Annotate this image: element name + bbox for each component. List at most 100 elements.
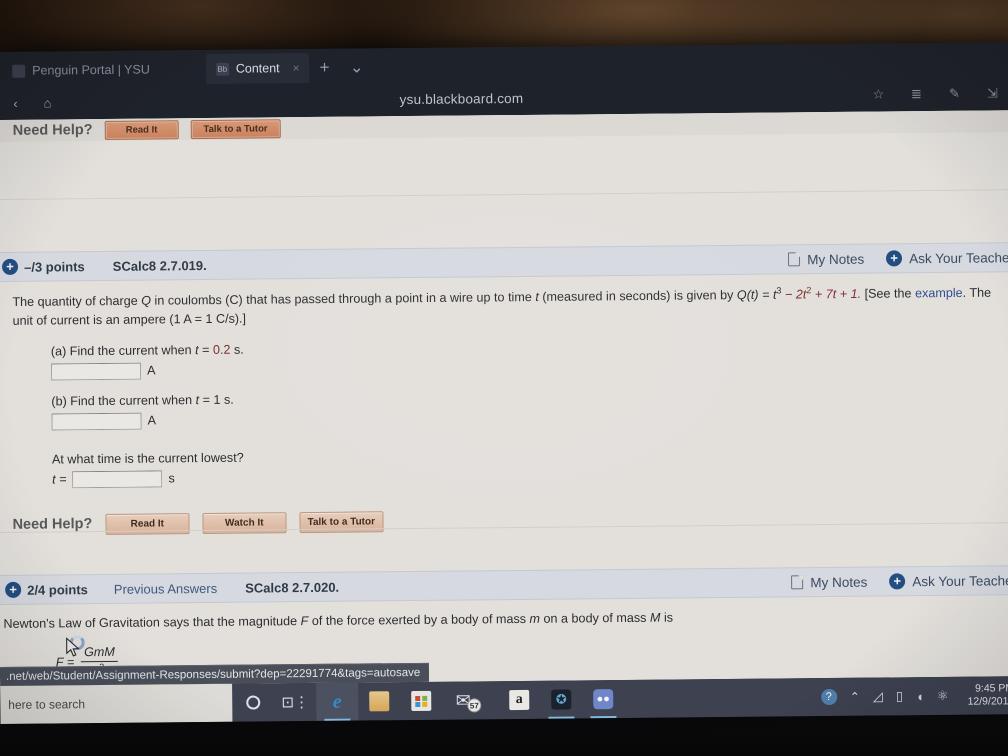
plus-circle-icon: + — [886, 250, 903, 267]
q2-var-F: F — [300, 614, 309, 629]
close-icon[interactable]: × — [293, 61, 300, 75]
part-a-tail: s. — [230, 342, 244, 357]
question-1-part-a-answer-row: A — [0, 354, 1008, 381]
system-tray: ? ⌃ ◿ ▯ ◖ ⚛ 9:45 PM 12/9/2019 — [820, 682, 1008, 710]
answer-input-part-a[interactable] — [50, 362, 142, 381]
formula-end: + 7t + 1. — [811, 286, 862, 302]
extra-prefix: t = — [52, 472, 67, 487]
plus-circle-icon: + — [889, 573, 906, 590]
part-b-tail: s. — [220, 392, 234, 407]
bluetooth-icon[interactable]: ⚛ — [937, 688, 949, 704]
example-link[interactable]: example — [915, 286, 963, 300]
home-icon[interactable]: ⌂ — [36, 95, 58, 110]
q2-stmt-d: is — [660, 610, 674, 625]
q2-var-M: M — [649, 610, 661, 625]
formula-mid: − 2t — [781, 287, 807, 302]
monitor-screen: Penguin Portal | YSU Bb Content × + ⌄ – … — [0, 42, 1008, 724]
question-1-points: –/3 points — [23, 258, 85, 275]
expand-plus-icon[interactable]: + — [5, 581, 22, 598]
discord-icon[interactable]: ●● — [582, 680, 624, 718]
stmt-b: in coulombs (C) that has passed through … — [150, 290, 536, 308]
show-hidden-icons-chevron[interactable]: ⌃ — [850, 690, 860, 704]
cortana-icon[interactable] — [232, 683, 274, 721]
blackboard-icon: Bb — [215, 62, 229, 76]
answer-input-lowest-time[interactable] — [72, 470, 163, 489]
chevron-down-icon[interactable]: ⌄ — [339, 52, 374, 82]
microsoft-store-icon[interactable] — [400, 682, 442, 720]
task-view-icon[interactable]: ⊡⋮ — [274, 683, 316, 721]
my-notes-link[interactable]: My Notes — [788, 251, 864, 267]
note-icon — [788, 252, 801, 267]
part-a-eq: = — [198, 342, 213, 358]
mouse-cursor — [66, 637, 80, 657]
q2-stmt-b: of the force exerted by a body of mass — [308, 611, 530, 629]
browser-chrome: Penguin Portal | YSU Bb Content × + ⌄ – … — [0, 42, 1008, 120]
edge-browser-icon[interactable]: e — [316, 682, 359, 721]
help-search-icon[interactable]: ? — [820, 688, 837, 706]
clock-date: 12/9/2019 — [967, 695, 1008, 708]
previous-answers-link[interactable]: Previous Answers — [114, 580, 217, 596]
q2-stmt-c: on a body of mass — [539, 610, 650, 626]
photo-background: Penguin Portal | YSU Bb Content × + ⌄ – … — [0, 0, 1008, 756]
need-help-label: Need Help? — [12, 122, 93, 139]
page-gap — [0, 132, 1008, 200]
note-icon — [791, 575, 804, 590]
battery-icon[interactable]: ▯ — [896, 688, 903, 704]
answer-input-part-b[interactable] — [51, 412, 142, 431]
ask-your-teacher-label: Ask Your Teacher — [912, 572, 1008, 589]
clock-time: 9:45 PM — [974, 682, 1008, 695]
my-notes-link[interactable]: My Notes — [791, 574, 867, 590]
search-placeholder: here to search — [8, 697, 86, 712]
question-2-actions: My Notes + Ask Your Teacher — [791, 572, 1008, 590]
my-notes-label: My Notes — [810, 574, 868, 590]
new-tab-button[interactable]: + — [309, 53, 339, 83]
steam-icon[interactable]: ✪ — [540, 680, 582, 718]
q2-var-m: m — [529, 611, 541, 626]
globe-icon — [12, 64, 26, 78]
question-1-body: The quantity of charge Q in coulombs (C)… — [0, 282, 1008, 536]
question-1-part-b-answer-row: A — [0, 404, 1008, 431]
bracket-open: [See the — [864, 286, 916, 301]
unit-part-a: A — [147, 363, 156, 379]
question-1-code: SCalc8 2.7.019. — [112, 257, 207, 274]
address-bar[interactable]: ysu.blackboard.com — [68, 87, 854, 110]
ask-your-teacher-label: Ask Your Teacher — [909, 249, 1008, 266]
tab-title: Penguin Portal | YSU — [32, 62, 150, 78]
mail-icon[interactable]: ✉ 57 — [442, 681, 484, 719]
back-icon[interactable]: ‹ — [4, 95, 26, 110]
unit-part-b: A — [147, 413, 157, 429]
url-text: ysu.blackboard.com — [399, 90, 524, 107]
ask-your-teacher-link[interactable]: + Ask Your Teacher — [886, 249, 1008, 267]
unit-extra: s — [168, 471, 175, 486]
web-note-pen-icon[interactable]: ✎ — [940, 86, 968, 102]
stmt-a: The quantity of charge — [12, 293, 142, 310]
question-1-actions: My Notes + Ask Your Teacher — [788, 249, 1008, 267]
question-2-points: 2/4 points — [27, 581, 88, 598]
webassign-page: Need Help? Read It Talk to a Tutor + –/3… — [0, 110, 1008, 686]
mail-unread-badge: 57 — [467, 698, 482, 713]
search-input[interactable]: here to search — [0, 683, 233, 724]
file-explorer-icon[interactable] — [358, 682, 400, 720]
amazon-icon[interactable]: a — [498, 681, 540, 719]
network-disconnected-icon[interactable]: ◿ — [873, 688, 883, 704]
browser-tab-penguin-portal[interactable]: Penguin Portal | YSU — [2, 54, 160, 86]
taskbar-clock[interactable]: 9:45 PM 12/9/2019 — [961, 682, 1008, 709]
wifi-icon[interactable]: ◖ — [916, 689, 924, 704]
browser-tab-content[interactable]: Bb Content × — [205, 52, 310, 84]
fraction-numerator: GmM — [81, 644, 118, 662]
q2-stmt-a: Newton's Law of Gravitation says that th… — [3, 614, 301, 631]
my-notes-label: My Notes — [807, 251, 865, 267]
read-it-button[interactable]: Read It — [104, 119, 179, 140]
status-url-text: .net/web/Student/Assignment-Responses/su… — [5, 666, 421, 683]
expand-plus-icon[interactable]: + — [1, 258, 19, 275]
part-b-eq: = — [198, 392, 214, 408]
talk-to-a-tutor-button[interactable]: Talk to a Tutor — [190, 118, 281, 139]
question-2-statement: Newton's Law of Gravitation says that th… — [0, 605, 1008, 634]
ask-your-teacher-link[interactable]: + Ask Your Teacher — [889, 572, 1008, 590]
favorites-star-icon[interactable]: ☆ — [864, 86, 892, 102]
share-icon[interactable]: ⇲ — [978, 85, 1006, 101]
reading-list-icon[interactable]: ≣ — [902, 86, 930, 102]
part-a-value: 0.2 — [212, 342, 231, 357]
tab-title: Content — [235, 61, 280, 76]
question-2-code: SCalc8 2.7.020. — [245, 579, 340, 596]
